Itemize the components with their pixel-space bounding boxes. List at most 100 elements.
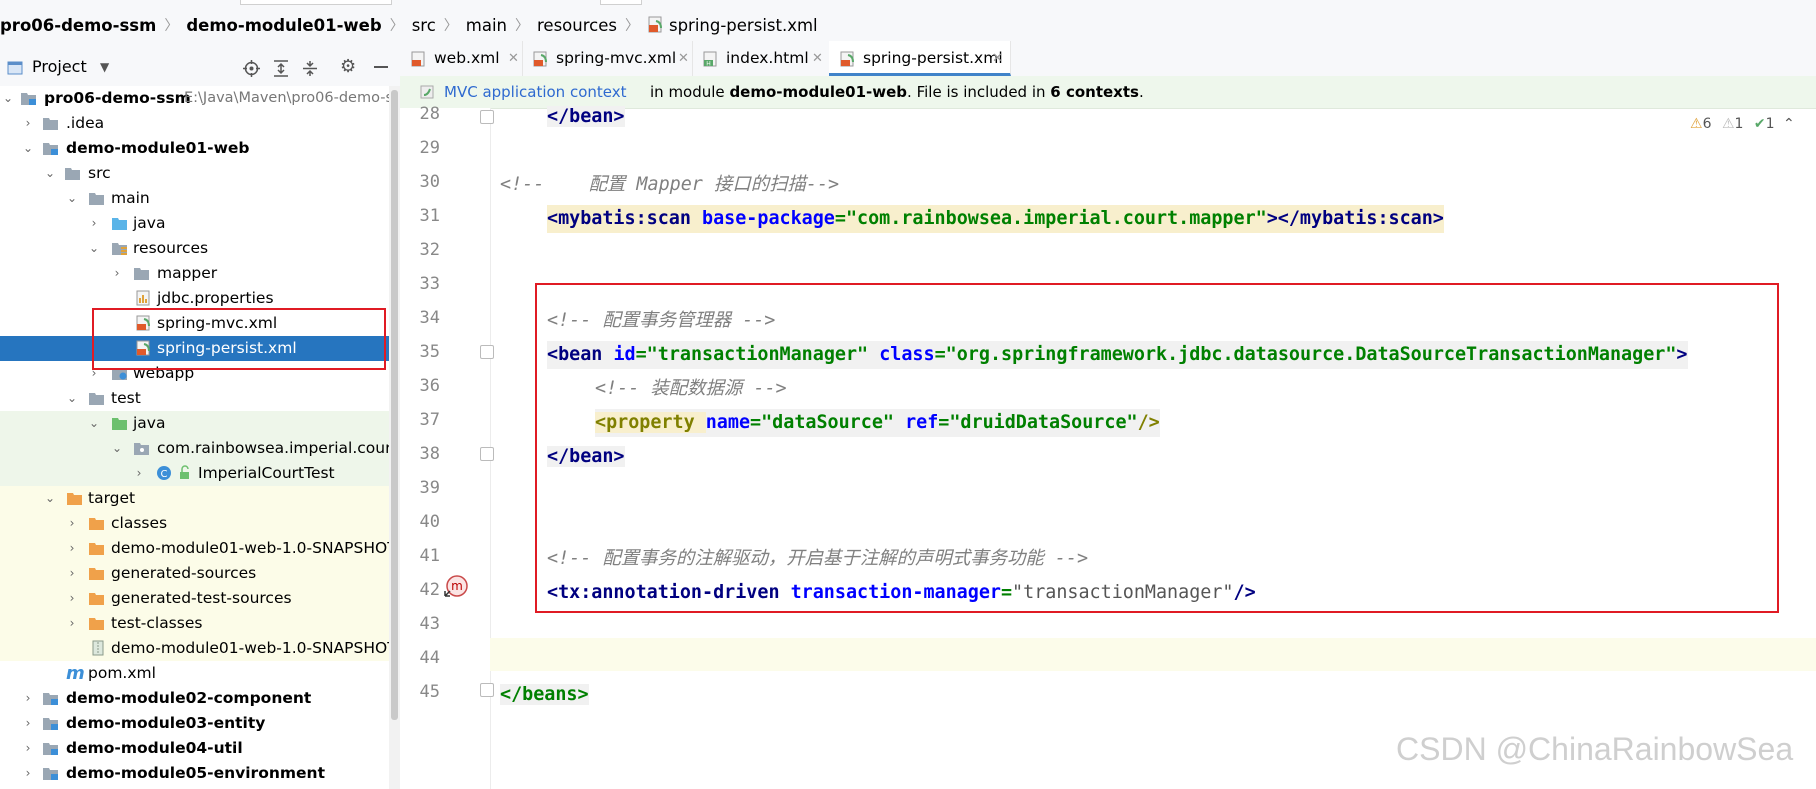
line-number: 36 (419, 376, 440, 396)
excluded-folder-icon (67, 493, 82, 505)
context-info: in module demo-module01-web. File is inc… (650, 83, 1144, 101)
fold-marker[interactable] (480, 345, 494, 359)
minimize-icon[interactable] (374, 66, 388, 68)
tree-item-resources[interactable]: ⌄ resources (0, 236, 389, 261)
tree-item-module05[interactable]: › demo-module05-environment (0, 761, 389, 786)
warning-icon: ⚠ (1690, 116, 1703, 132)
code-line-31: <mybatis:scan base-package="com.rainbows… (547, 205, 1444, 233)
close-tab-icon[interactable]: ✕ (508, 41, 519, 76)
tab-index-html[interactable]: H index.html ✕ (692, 41, 830, 76)
close-tab-icon[interactable]: ✕ (678, 41, 689, 76)
close-tab-icon[interactable]: ✕ (992, 41, 1003, 76)
tree-item-test-package[interactable]: ⌄ com.rainbowsea.imperial.court.test (0, 436, 389, 461)
breadcrumb-item-main[interactable]: main (460, 16, 513, 35)
module-folder-icon (21, 93, 36, 105)
tree-item-pom-xml[interactable]: m pom.xml (0, 661, 389, 686)
project-path: E:\Java\Maven\pro06-demo-ssm (184, 90, 389, 106)
tree-item-imperial-court-test[interactable]: › C ImperialCourtTest (0, 461, 389, 486)
chevron-up-icon[interactable]: ⌃ (1783, 116, 1795, 132)
close-tab-icon[interactable]: ✕ (812, 41, 823, 76)
tree-item-generated-sources[interactable]: › generated-sources (0, 561, 389, 586)
folder-icon (43, 118, 58, 130)
tree-item-module04[interactable]: › demo-module04-util (0, 736, 389, 761)
folder-icon (65, 168, 80, 180)
archive-icon (92, 640, 104, 656)
expand-all-icon[interactable] (273, 60, 289, 77)
svg-text:H: H (706, 61, 711, 68)
breadcrumb: pro06-demo-ssm 〉 demo-module01-web 〉 src 〉 … (0, 14, 824, 36)
line-number: 33 (419, 274, 440, 294)
line-number: 42 (419, 580, 440, 600)
inspection-widget[interactable]: ⚠6 ⚠1 ✔1 ⌃ (1690, 116, 1795, 132)
tree-item-src[interactable]: ⌄ src (0, 161, 389, 186)
fold-marker[interactable] (480, 110, 494, 124)
tree-item-war-file[interactable]: demo-module01-web-1.0-SNAPSHOT.war (0, 636, 389, 661)
module-folder-icon (43, 743, 58, 755)
properties-file-icon (136, 290, 150, 306)
resources-folder-icon (112, 243, 127, 255)
tree-item-test-classes[interactable]: › test-classes (0, 611, 389, 636)
line-number: 38 (419, 444, 440, 464)
tab-spring-persist-xml[interactable]: spring-persist.xml ✕ (829, 41, 1011, 76)
folder-icon (89, 393, 104, 405)
module-folder-icon (43, 693, 58, 705)
weak-warning-icon: ⚠ (1721, 116, 1735, 132)
locate-icon[interactable] (243, 60, 260, 77)
maven-icon: m (66, 663, 85, 684)
tree-item-main[interactable]: ⌄ main (0, 186, 389, 211)
excluded-folder-icon (89, 593, 104, 605)
project-panel-title[interactable]: Project (32, 57, 87, 76)
tree-item-classes[interactable]: › classes (0, 511, 389, 536)
line-number: 29 (419, 138, 440, 158)
breadcrumb-item-file[interactable]: spring-persist.xml (641, 16, 824, 35)
editor-tab-bar: web.xml ✕ spring-mvc.xml ✕ H index.html … (400, 41, 1816, 77)
test-source-folder-icon (112, 418, 127, 430)
project-icon (7, 61, 23, 75)
tab-spring-mvc-xml[interactable]: spring-mvc.xml ✕ (522, 41, 693, 76)
line-number: 35 (419, 342, 440, 362)
code-line-30: <!-- 配置 Mapper 接口的扫描--> (500, 174, 840, 195)
chevron-down-icon[interactable]: ▼ (100, 60, 109, 74)
tree-item-snapshot-folder[interactable]: › demo-module01-web-1.0-SNAPSHOT (0, 536, 389, 561)
svg-text:m: m (451, 579, 463, 593)
tree-item-root-project[interactable]: ⌄ pro06-demo-ssm E:\Java\Maven\pro06-dem… (0, 86, 389, 111)
fold-marker[interactable] (480, 447, 494, 461)
line-number: 37 (419, 410, 440, 430)
line-number: 31 (419, 206, 440, 226)
excluded-folder-icon (89, 543, 104, 555)
spring-xml-icon (648, 16, 662, 33)
breadcrumb-item-module[interactable]: demo-module01-web (180, 16, 387, 35)
tab-web-xml[interactable]: web.xml ✕ (400, 41, 523, 76)
tree-item-java[interactable]: › java (0, 211, 389, 236)
tree-item-idea[interactable]: › .idea (0, 111, 389, 136)
tree-item-module02[interactable]: › demo-module02-component (0, 686, 389, 711)
line-number: 41 (419, 546, 440, 566)
breadcrumb-item-src[interactable]: src (406, 16, 442, 35)
svg-text:C: C (161, 469, 168, 480)
tree-item-mapper[interactable]: › mapper (0, 261, 389, 286)
tree-item-module03[interactable]: › demo-module03-entity (0, 711, 389, 736)
tree-item-target[interactable]: ⌄ target (0, 486, 389, 511)
tree-scrollbar[interactable] (389, 86, 400, 789)
tree-item-test-java[interactable]: ⌄ java (0, 411, 389, 436)
xml-file-icon (411, 51, 425, 67)
excluded-folder-icon (89, 568, 104, 580)
mybatis-gutter-icon[interactable]: m (441, 574, 471, 600)
module-folder-icon (43, 768, 58, 780)
gear-icon[interactable]: ⚙ (340, 56, 356, 77)
html-file-icon: H (703, 51, 717, 68)
tree-item-test[interactable]: ⌄ test (0, 386, 389, 411)
module-folder-icon (43, 718, 58, 730)
current-line-highlight (490, 638, 1816, 671)
watermark: CSDN @ChinaRainbowSea (1396, 731, 1794, 767)
fold-marker[interactable] (480, 683, 494, 697)
tree-item-module01[interactable]: ⌄ demo-module01-web (0, 136, 389, 161)
code-line-45: </beans> (500, 684, 589, 705)
line-number: 39 (419, 478, 440, 498)
project-tree: ⌄ pro06-demo-ssm E:\Java\Maven\pro06-dem… (0, 86, 389, 789)
line-number: 44 (419, 648, 440, 668)
breadcrumb-item-project[interactable]: pro06-demo-ssm (0, 16, 162, 35)
collapse-all-icon[interactable] (302, 60, 318, 77)
breadcrumb-item-resources[interactable]: resources (531, 16, 623, 35)
tree-item-generated-test-sources[interactable]: › generated-test-sources (0, 586, 389, 611)
